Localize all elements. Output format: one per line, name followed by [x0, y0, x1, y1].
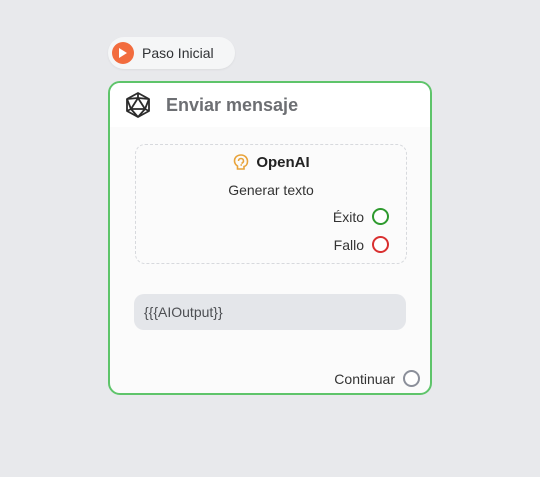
start-step-pill[interactable]: Paso Inicial [108, 37, 235, 69]
openai-icon [232, 153, 250, 171]
node-title: Enviar mensaje [166, 94, 299, 115]
start-step-label: Paso Inicial [142, 45, 214, 61]
node-header[interactable]: Enviar mensaje [110, 83, 430, 127]
openai-block[interactable]: OpenAI Generar texto Éxito Fallo [135, 144, 407, 264]
failure-output: Fallo [334, 236, 389, 253]
action-label: Generar texto [228, 182, 314, 198]
success-label: Éxito [332, 208, 364, 225]
play-icon [112, 42, 134, 64]
continue-handle[interactable] [403, 370, 420, 387]
provider-name: OpenAI [256, 153, 310, 171]
icosahedron-icon [124, 91, 152, 119]
continue-label: Continuar [334, 370, 395, 387]
continue-output: Continuar [334, 370, 420, 387]
success-handle[interactable] [372, 208, 389, 225]
send-message-node[interactable]: Enviar mensaje OpenAI Generar texto Éxit… [108, 81, 432, 395]
success-output: Éxito [333, 208, 389, 225]
ai-output-field[interactable]: {{{AIOutput}} [134, 294, 406, 330]
failure-label: Fallo [333, 236, 364, 253]
failure-handle[interactable] [372, 236, 389, 253]
